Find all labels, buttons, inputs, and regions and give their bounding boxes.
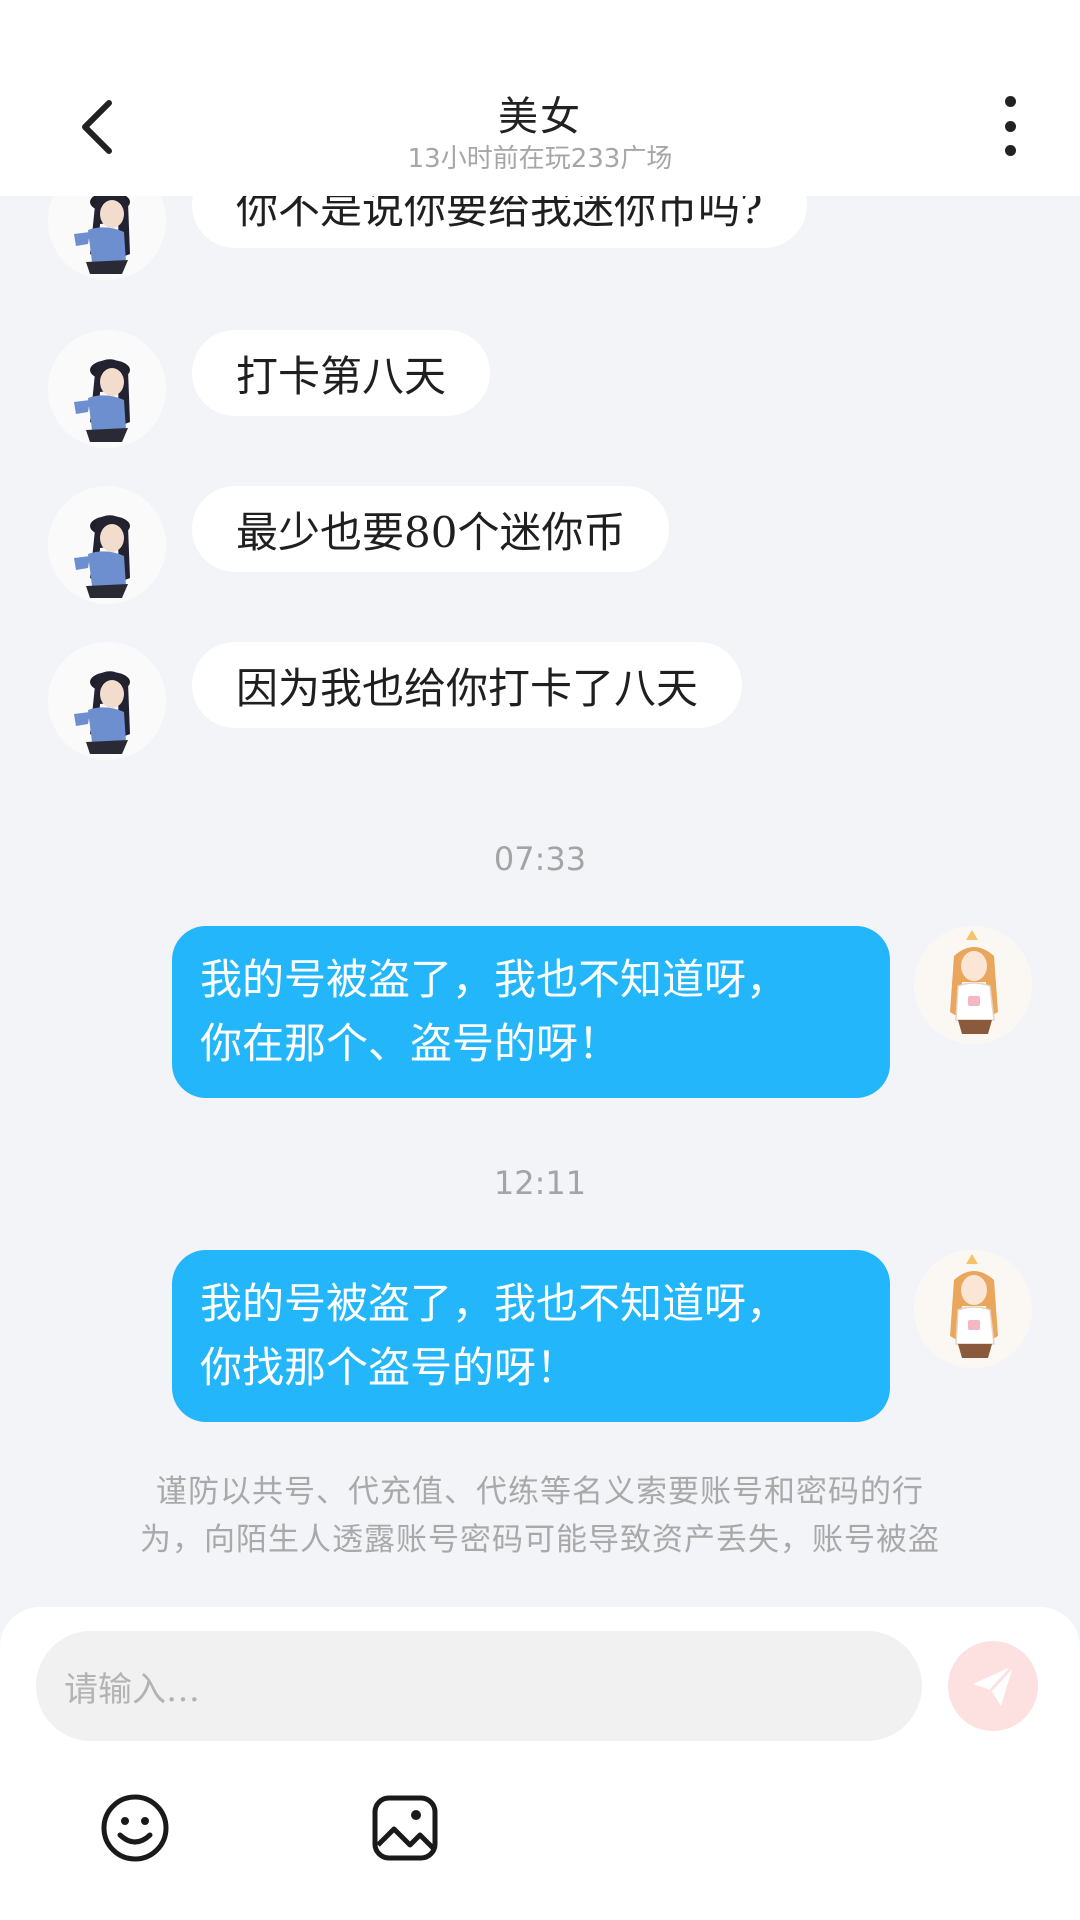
message-row-received: 你不是说你要给我迷你币吗? [48, 196, 807, 280]
emoji-button[interactable] [100, 1793, 170, 1863]
received-message-bubble[interactable]: 因为我也给你打卡了八天 [192, 642, 743, 728]
more-options-button[interactable] [990, 96, 1030, 156]
sent-message-line: 你在那个、盗号的呀！ [200, 1019, 621, 1068]
received-message-bubble[interactable]: 最少也要80个迷你币 [192, 486, 670, 572]
page-title: 美女 [498, 94, 582, 140]
message-row-received: 因为我也给你打卡了八天 [48, 642, 743, 760]
contact-avatar[interactable] [48, 330, 166, 448]
sent-message-bubble[interactable]: 我的号被盗了，我也不知道呀， 你在那个、盗号的呀！ [172, 926, 890, 1098]
last-active-status: 13小时前在玩233广场 [407, 144, 673, 174]
sent-message-line: 我的号被盗了，我也不知道呀， [200, 955, 789, 1004]
security-notice-line: 谨防以共号、代充值、代练等名义索要账号和密码的行 [156, 1474, 924, 1510]
my-avatar[interactable] [914, 1250, 1032, 1368]
sent-message-line: 你找那个盗号的呀！ [200, 1343, 579, 1392]
security-notice-line: 为，向陌生人透露账号密码可能导致资产丢失，账号被盗 [140, 1522, 940, 1558]
security-notice: 谨防以共号、代充值、代练等名义索要账号和密码的行 为，向陌生人透露账号密码可能导… [80, 1468, 1000, 1564]
message-input-placeholder: 请输入… [64, 1669, 200, 1710]
message-row-received: 最少也要80个迷你币 [48, 486, 670, 604]
contact-avatar[interactable] [48, 486, 166, 604]
chat-header: 美女 13小时前在玩233广场 [0, 0, 1080, 196]
send-icon [973, 1664, 1015, 1706]
more-vertical-icon [1004, 96, 1016, 107]
contact-avatar[interactable] [48, 642, 166, 760]
message-timestamp: 12:11 [493, 1164, 587, 1202]
received-message-bubble[interactable]: 打卡第八天 [192, 330, 491, 416]
sent-message-bubble[interactable]: 我的号被盗了，我也不知道呀， 你找那个盗号的呀！ [172, 1250, 890, 1422]
input-panel: 请输入… [0, 1607, 1080, 1920]
message-list[interactable]: 你不是说你要给我迷你币吗? 打卡第八天 最少也要80个迷你币 因为我也给你打卡了… [0, 196, 1080, 1606]
message-timestamp: 07:33 [493, 840, 587, 878]
message-row-sent: 我的号被盗了，我也不知道呀， 你找那个盗号的呀！ [172, 1250, 1032, 1422]
image-icon [372, 1795, 438, 1861]
received-message-bubble[interactable]: 你不是说你要给我迷你币吗? [192, 196, 807, 248]
sent-message-line: 我的号被盗了，我也不知道呀， [200, 1279, 789, 1328]
send-button[interactable] [948, 1641, 1038, 1731]
message-input[interactable]: 请输入… [36, 1631, 922, 1741]
contact-avatar[interactable] [48, 196, 166, 280]
message-row-received: 打卡第八天 [48, 330, 491, 448]
image-picker-button[interactable] [370, 1793, 440, 1863]
my-avatar[interactable] [914, 926, 1032, 1044]
smiley-icon [101, 1794, 169, 1862]
chat-screen: 美女 13小时前在玩233广场 你不是说你要给我迷你币吗? 打卡第八天 最少也要… [0, 0, 1080, 1920]
message-row-sent: 我的号被盗了，我也不知道呀， 你在那个、盗号的呀！ [172, 926, 1032, 1098]
